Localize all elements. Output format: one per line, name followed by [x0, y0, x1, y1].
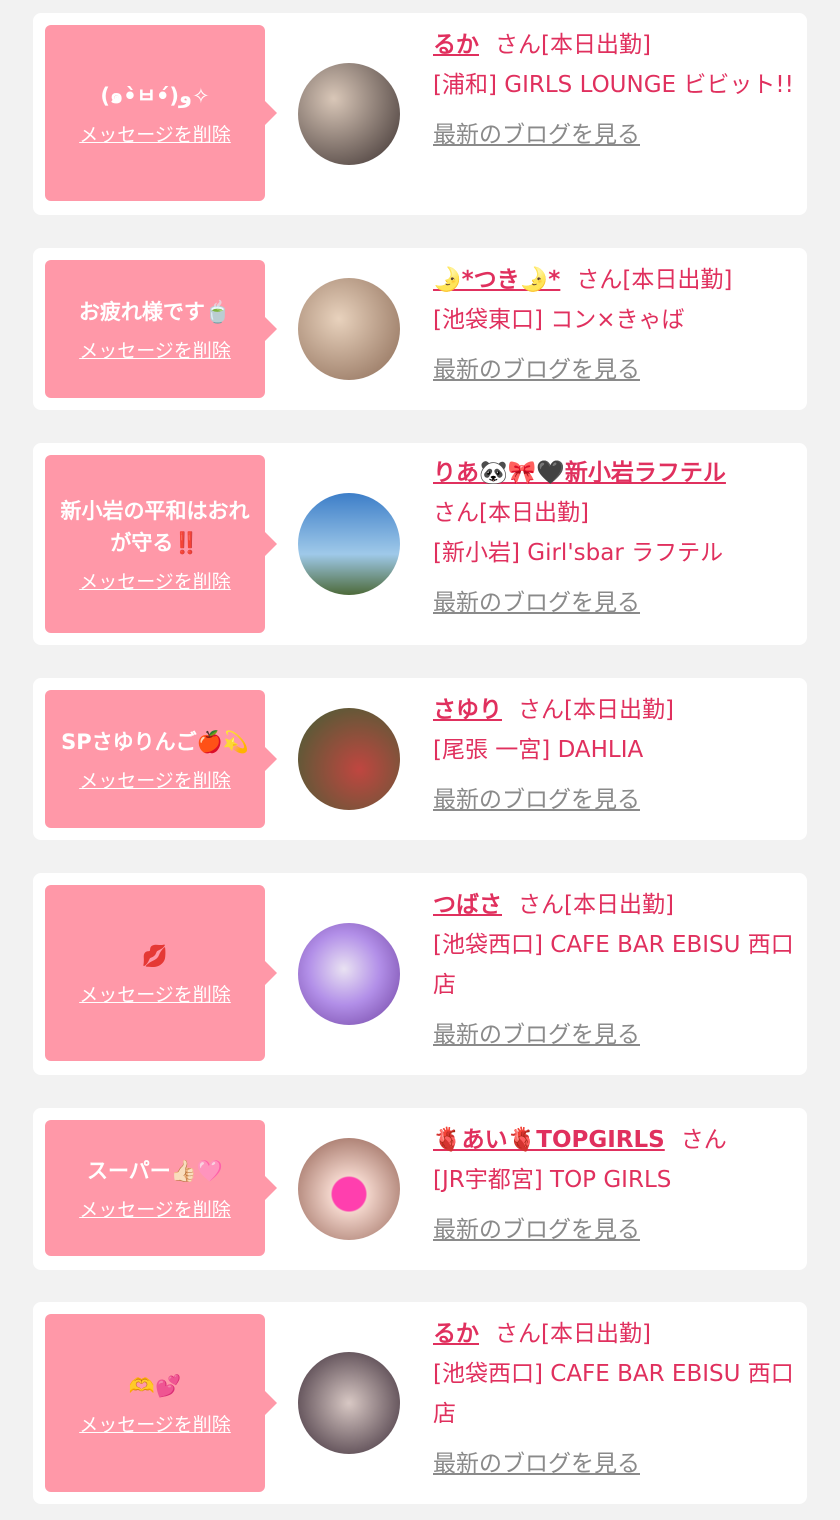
delete-message-link[interactable]: メッセージを削除 — [79, 336, 231, 363]
message-bubble: 💋 メッセージを削除 — [45, 885, 277, 1061]
honorific: さん — [495, 1321, 541, 1347]
avatar[interactable] — [298, 923, 400, 1025]
message-bubble: (๑•̀ㅂ•́)و✧ メッセージを削除 — [45, 25, 277, 201]
cast-name-link[interactable]: つばさ — [433, 892, 502, 918]
message-card: 新小岩の平和はおれが守る‼️ メッセージを削除 りあ🐼🎀🖤新小岩ラフテル さん[本… — [33, 443, 807, 645]
cast-name-link[interactable]: 🌛*つき🌛* — [433, 267, 560, 293]
status-text: [本日出勤] — [564, 892, 674, 918]
shop-name: [池袋西口] CAFE BAR EBISU 西口店 — [433, 1361, 794, 1427]
status-text: [本日出勤] — [479, 500, 589, 526]
avatar[interactable] — [298, 1138, 400, 1240]
message-card: SPさゆりんご🍎💫 メッセージを削除 さゆり さん[本日出勤] [尾張 一宮] D… — [33, 678, 807, 840]
message-text: お疲れ様です🍵 — [78, 299, 232, 324]
cast-info: るか さん[本日出勤] [池袋西口] CAFE BAR EBISU 西口店 最新の… — [433, 1314, 795, 1484]
status-text: [本日出勤] — [564, 697, 674, 723]
latest-blog-link[interactable]: 最新のブログを見る — [433, 1444, 640, 1484]
shop-name: [尾張 一宮] DAHLIA — [433, 737, 644, 763]
latest-blog-link[interactable]: 最新のブログを見る — [433, 1015, 640, 1055]
delete-message-link[interactable]: メッセージを削除 — [79, 567, 231, 594]
message-text: SPさゆりんご🍎💫 — [61, 729, 249, 754]
message-text: 新小岩の平和はおれが守る‼️ — [60, 498, 250, 555]
message-bubble: SPさゆりんご🍎💫 メッセージを削除 — [45, 690, 277, 828]
cast-info: さゆり さん[本日出勤] [尾張 一宮] DAHLIA 最新のブログを見る — [433, 690, 795, 820]
cast-name-link[interactable]: さゆり — [433, 697, 502, 723]
cast-name-link[interactable]: りあ🐼🎀🖤新小岩ラフテル — [433, 460, 726, 486]
avatar[interactable] — [298, 1352, 400, 1454]
message-bubble: 🫶💕 メッセージを削除 — [45, 1314, 277, 1492]
avatar[interactable] — [298, 493, 400, 595]
honorific: さん — [518, 892, 564, 918]
delete-message-link[interactable]: メッセージを削除 — [79, 120, 231, 147]
honorific: さん — [680, 1127, 727, 1153]
message-card: 💋 メッセージを削除 つばさ さん[本日出勤] [池袋西口] CAFE BAR E… — [33, 873, 807, 1075]
message-bubble: お疲れ様です🍵 メッセージを削除 — [45, 260, 277, 398]
cast-info: るか さん[本日出勤] [浦和] GIRLS LOUNGE ビビット!! 最新のブ… — [433, 25, 795, 155]
message-text: 💋 — [141, 943, 169, 968]
message-text: 🫶💕 — [128, 1373, 182, 1398]
cast-name-link[interactable]: るか — [433, 32, 479, 58]
cast-info: つばさ さん[本日出勤] [池袋西口] CAFE BAR EBISU 西口店 最新… — [433, 885, 795, 1055]
honorific: さん — [495, 32, 541, 58]
shop-name: [浦和] GIRLS LOUNGE ビビット!! — [433, 72, 794, 98]
delete-message-link[interactable]: メッセージを削除 — [79, 980, 231, 1007]
status-text: [本日出勤] — [541, 1321, 651, 1347]
latest-blog-link[interactable]: 最新のブログを見る — [433, 1210, 640, 1250]
cast-name-link[interactable]: るか — [433, 1321, 479, 1347]
cast-info: りあ🐼🎀🖤新小岩ラフテル さん[本日出勤] [新小岩] Girl'sbar ラフテ… — [433, 453, 795, 623]
message-card: 🫶💕 メッセージを削除 るか さん[本日出勤] [池袋西口] CAFE BAR E… — [33, 1302, 807, 1504]
message-text: スーパー👍🏻🩷 — [86, 1158, 224, 1183]
message-bubble: スーパー👍🏻🩷 メッセージを削除 — [45, 1120, 277, 1256]
message-text: (๑•̀ㅂ•́)و✧ — [100, 83, 210, 108]
avatar[interactable] — [298, 708, 400, 810]
message-card: スーパー👍🏻🩷 メッセージを削除 🫀あい🫀TOPGIRLS さん [JR宇都宮] … — [33, 1108, 807, 1270]
latest-blog-link[interactable]: 最新のブログを見る — [433, 583, 640, 623]
delete-message-link[interactable]: メッセージを削除 — [79, 1410, 231, 1437]
message-card: (๑•̀ㅂ•́)و✧ メッセージを削除 るか さん[本日出勤] [浦和] GIRL… — [33, 13, 807, 215]
message-card: お疲れ様です🍵 メッセージを削除 🌛*つき🌛* さん[本日出勤] [池袋東口] コ… — [33, 248, 807, 410]
honorific: さん — [433, 500, 479, 526]
latest-blog-link[interactable]: 最新のブログを見る — [433, 350, 640, 390]
status-text: [本日出勤] — [622, 267, 733, 293]
latest-blog-link[interactable]: 最新のブログを見る — [433, 115, 640, 155]
latest-blog-link[interactable]: 最新のブログを見る — [433, 780, 640, 820]
delete-message-link[interactable]: メッセージを削除 — [79, 1195, 231, 1222]
shop-name: [新小岩] Girl'sbar ラフテル — [433, 540, 724, 566]
delete-message-link[interactable]: メッセージを削除 — [79, 766, 231, 793]
shop-name: [JR宇都宮] TOP GIRLS — [433, 1167, 672, 1193]
cast-name-link[interactable]: 🫀あい🫀TOPGIRLS — [433, 1127, 665, 1153]
message-bubble: 新小岩の平和はおれが守る‼️ メッセージを削除 — [45, 455, 277, 633]
shop-name: [池袋西口] CAFE BAR EBISU 西口店 — [433, 932, 794, 998]
honorific: さん — [518, 697, 564, 723]
shop-name: [池袋東口] コン×きゃば — [433, 307, 685, 333]
avatar[interactable] — [298, 63, 400, 165]
message-list: (๑•̀ㅂ•́)و✧ メッセージを削除 るか さん[本日出勤] [浦和] GIRL… — [0, 0, 840, 1520]
status-text: [本日出勤] — [541, 32, 651, 58]
avatar[interactable] — [298, 278, 400, 380]
cast-info: 🫀あい🫀TOPGIRLS さん [JR宇都宮] TOP GIRLS 最新のブログを… — [433, 1120, 795, 1250]
cast-info: 🌛*つき🌛* さん[本日出勤] [池袋東口] コン×きゃば 最新のブログを見る — [433, 260, 795, 390]
honorific: さん — [576, 267, 623, 293]
